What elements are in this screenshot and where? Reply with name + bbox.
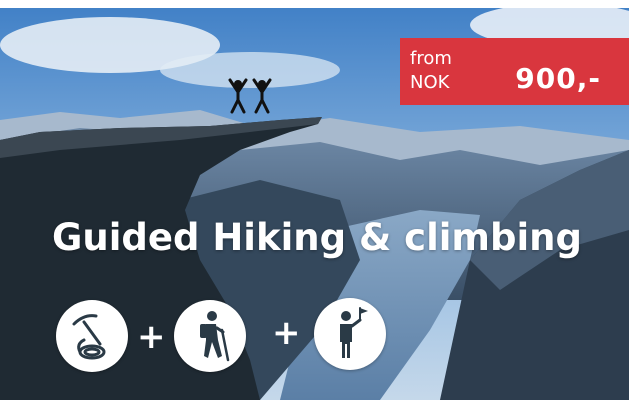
price-badge: from NOK 900,- — [400, 38, 629, 105]
guide-with-flag-icon — [314, 298, 386, 370]
price-amount: 900,- — [515, 62, 601, 95]
tour-title: Guided Hiking & climbing — [52, 216, 582, 259]
hiker-icon — [174, 300, 246, 372]
price-prefix: from — [410, 48, 452, 69]
tour-card[interactable]: from NOK 900,- Guided Hiking & climbing … — [0, 0, 629, 400]
plus-sign-1: + — [137, 317, 166, 357]
price-currency: NOK — [410, 72, 450, 93]
plus-sign-2: + — [272, 313, 301, 353]
ice-axe-rope-icon — [56, 300, 128, 372]
